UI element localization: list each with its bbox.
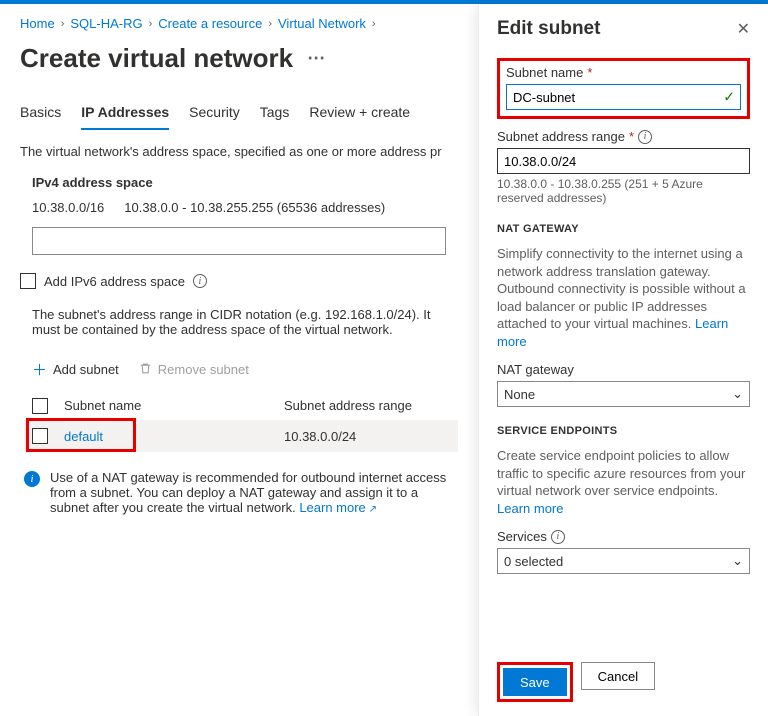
save-button[interactable]: Save [503, 668, 567, 696]
subnet-name-input[interactable] [506, 84, 741, 110]
range-hint: 10.38.0.0 - 10.38.0.255 (251 + 5 Azure r… [497, 177, 750, 205]
subnet-range-input[interactable] [497, 148, 750, 174]
se-text: Create service endpoint policies to allo… [497, 448, 745, 498]
nat-gateway-label: NAT gateway [497, 362, 750, 377]
col-subnet-range: Subnet address range [284, 398, 450, 414]
check-icon: ✓ [723, 89, 735, 106]
page-title: Create virtual network [20, 43, 293, 74]
tabs: Basics IP Addresses Security Tags Review… [20, 98, 458, 130]
services-label: Services [497, 529, 547, 544]
subnet-default-link[interactable]: default [64, 429, 103, 444]
crumb-create[interactable]: Create a resource [158, 16, 262, 31]
info-icon[interactable]: i [551, 530, 565, 544]
chevron-right-icon: › [370, 18, 378, 30]
crumb-rg[interactable]: SQL-HA-RG [70, 16, 142, 31]
cidr-value: 10.38.0.0/16 [32, 200, 104, 215]
select-all-checkbox[interactable] [32, 398, 48, 414]
remove-subnet-button: Remove subnet [139, 362, 249, 378]
tab-ip-addresses[interactable]: IP Addresses [81, 98, 169, 130]
chevron-right-icon: › [266, 18, 274, 30]
chevron-right-icon: › [59, 18, 67, 30]
learn-more-link[interactable]: Learn more [299, 500, 377, 515]
ipv4-heading: IPv4 address space [32, 175, 458, 190]
edit-subnet-panel: Edit subnet ✕ Subnet name * ✓ Subnet add… [478, 4, 768, 716]
breadcrumb: Home › SQL-HA-RG › Create a resource › V… [20, 12, 458, 39]
ipv6-checkbox[interactable] [20, 273, 36, 289]
ipv6-label: Add IPv6 address space [44, 274, 185, 289]
nat-gateway-heading: NAT GATEWAY [497, 223, 750, 235]
subnet-table: Subnet name Subnet address range default… [24, 392, 458, 452]
col-subnet-name: Subnet name [64, 398, 284, 414]
panel-title: Edit subnet [497, 18, 600, 40]
trash-icon [139, 362, 152, 378]
info-icon[interactable]: i [193, 274, 207, 288]
required-star: * [629, 129, 634, 144]
tab-tags[interactable]: Tags [260, 98, 290, 130]
cancel-button[interactable]: Cancel [581, 662, 655, 690]
chevron-down-icon: ⌄ [732, 553, 743, 569]
nat-gateway-select[interactable]: None ⌄ [497, 381, 750, 407]
close-icon[interactable]: ✕ [737, 19, 750, 39]
tab-review-create[interactable]: Review + create [309, 98, 410, 130]
nat-info-text: Use of a NAT gateway is recommended for … [50, 470, 454, 515]
services-select[interactable]: 0 selected ⌄ [497, 548, 750, 574]
row-checkbox[interactable] [32, 428, 48, 444]
info-icon: i [24, 471, 40, 487]
info-icon[interactable]: i [638, 130, 652, 144]
service-endpoints-heading: SERVICE ENDPOINTS [497, 425, 750, 437]
more-icon[interactable]: ⋯ [307, 48, 325, 69]
subnet-desc: The subnet's address range in CIDR notat… [32, 307, 458, 337]
subnet-name-label: Subnet name [506, 65, 583, 80]
address-space-input[interactable] [32, 227, 446, 255]
subnet-range-label: Subnet address range [497, 129, 625, 144]
crumb-vnet[interactable]: Virtual Network [278, 16, 366, 31]
address-space-desc: The virtual network's address space, spe… [20, 144, 458, 159]
required-star: * [587, 65, 592, 80]
tab-basics[interactable]: Basics [20, 98, 61, 130]
tab-security[interactable]: Security [189, 98, 240, 130]
chevron-right-icon: › [147, 18, 155, 30]
cidr-range: 10.38.0.0 - 10.38.255.255 (65536 address… [124, 200, 385, 215]
table-row: default 10.38.0.0/24 [24, 420, 458, 452]
subnet-default-range: 10.38.0.0/24 [284, 429, 450, 444]
add-subnet-button[interactable]: ＋ Add subnet [32, 359, 119, 380]
crumb-home[interactable]: Home [20, 16, 55, 31]
plus-icon: ＋ [32, 359, 47, 380]
learn-more-link[interactable]: Learn more [497, 501, 563, 516]
chevron-down-icon: ⌄ [732, 386, 743, 402]
